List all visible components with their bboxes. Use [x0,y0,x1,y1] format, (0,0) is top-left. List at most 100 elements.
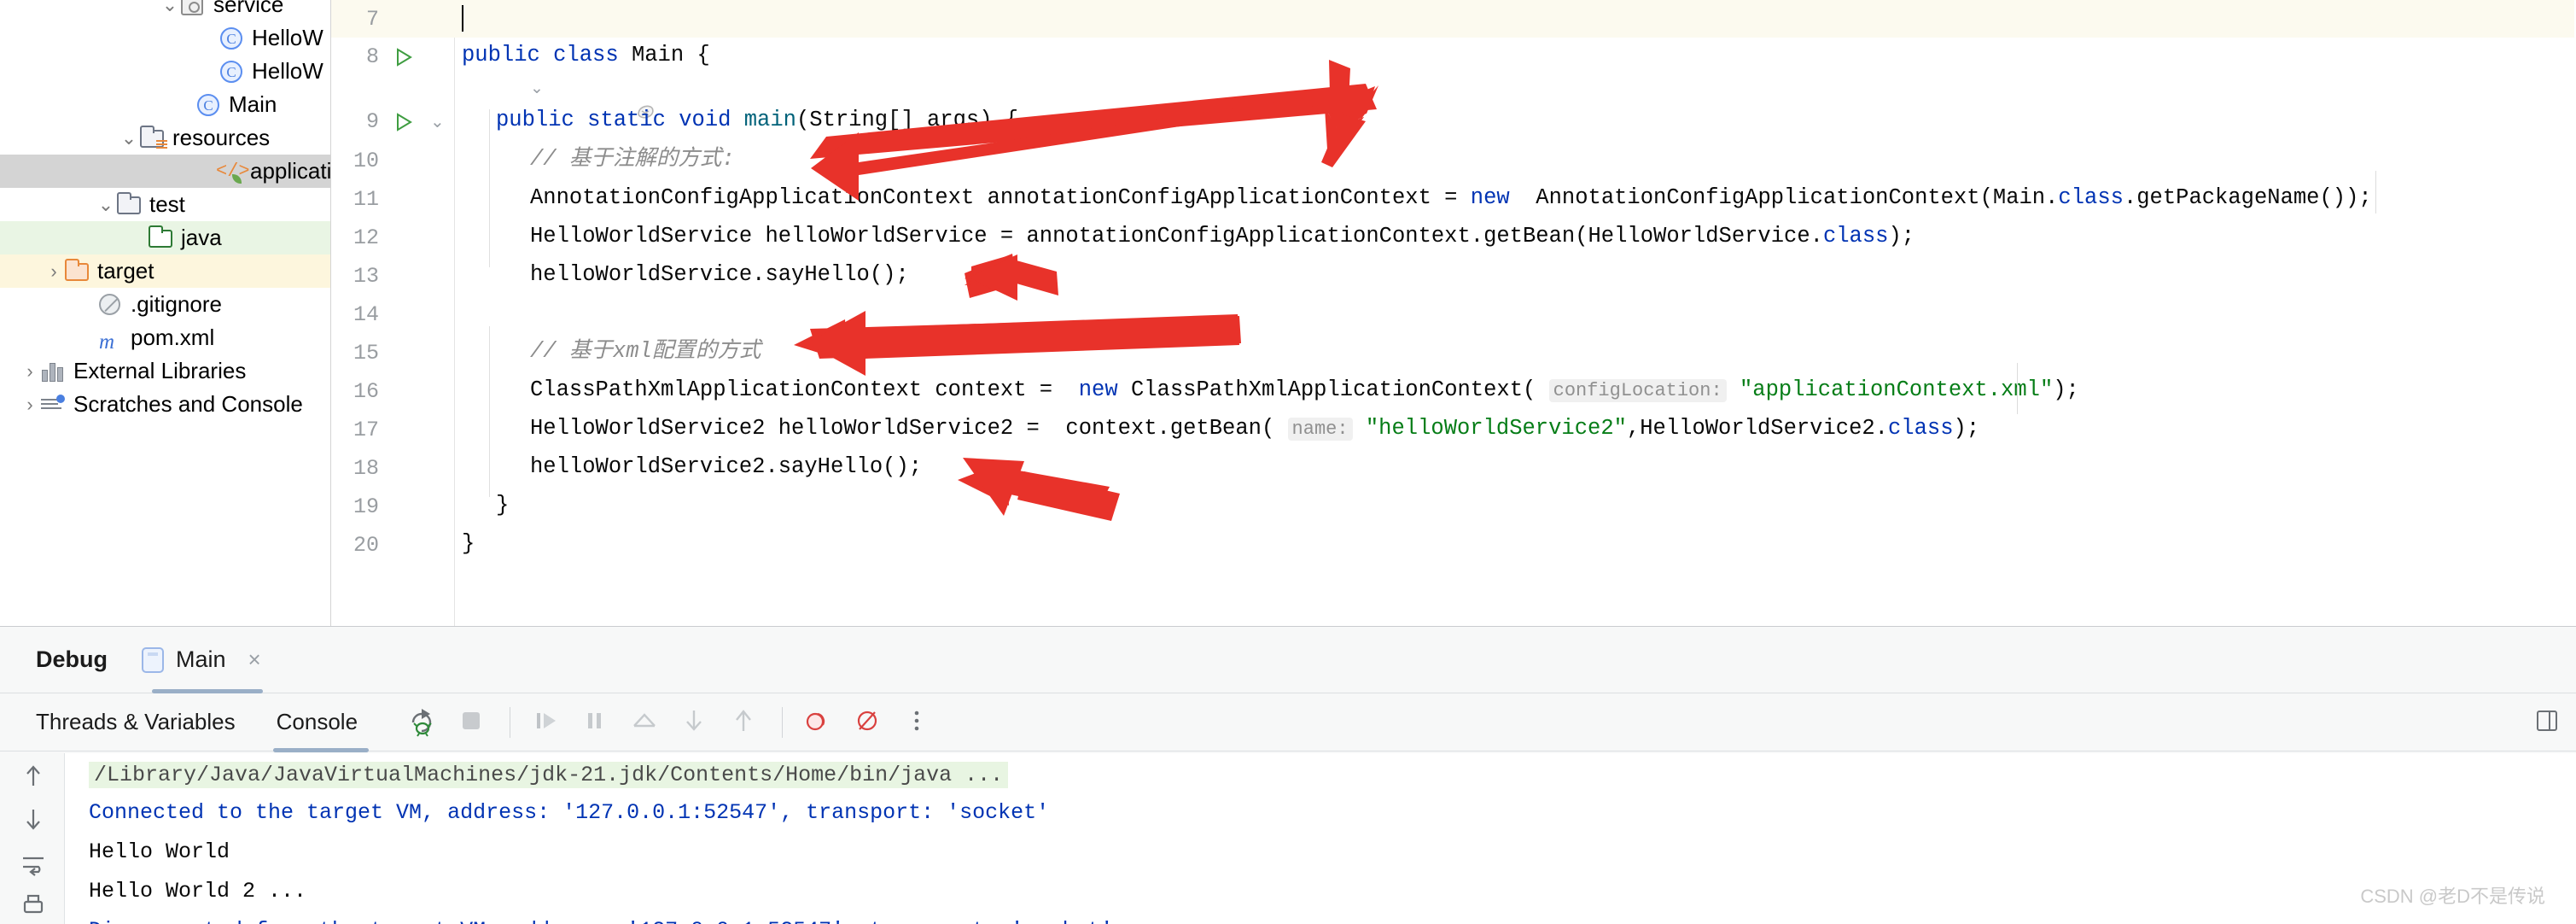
code-line-11[interactable]: AnnotationConfigApplicationContext annot… [530,187,2372,209]
debug-title: Debug [36,646,108,672]
scroll-up-icon[interactable] [19,762,48,791]
fold-chevron-down-icon[interactable]: ⌄ [430,111,445,132]
tree-item-helloworldservice[interactable]: C HelloW [0,21,330,55]
console-text[interactable]: /Library/Java/JavaVirtualMachines/jdk-21… [72,753,2576,924]
tree-item-scratches-and-consoles[interactable]: › Scratches and Console [0,388,330,421]
line-number: 8 [365,44,379,69]
resources-folder-icon [138,125,167,151]
toolbar-separator [782,706,784,738]
code-line-20[interactable]: } [462,533,475,555]
chevron-right-icon[interactable]: › [20,361,39,381]
tree-item-test[interactable]: ⌄ test [0,188,330,221]
code-line-9[interactable]: public static void main(String[] args) { [496,109,1018,132]
console-line: /Library/Java/JavaVirtualMachines/jdk-21… [89,762,1009,788]
tree-item-label: HelloW [252,58,323,84]
line-number: 14 [353,302,379,327]
mute-breakpoints-icon[interactable] [801,704,838,741]
text-caret [462,5,463,32]
line-number: 16 [353,379,379,404]
chevron-right-icon[interactable]: › [44,261,63,281]
folder-icon [115,191,144,218]
spring-bean-icon[interactable]: ⌄ [504,79,654,119]
run-configuration-icon [142,646,164,673]
java-class-icon: C [218,26,247,51]
console-line: Hello World 2 ... [89,879,307,904]
debug-header: Debug Main × [0,627,2576,693]
step-into-icon[interactable] [677,704,714,741]
more-options-icon[interactable] [900,704,937,741]
debug-session-tab[interactable]: Main × [142,646,261,673]
run-method-gutter-icon[interactable] [396,113,412,132]
console-side-toolbar[interactable] [0,753,65,924]
tree-item-label: application( [250,158,331,184]
java-class-icon: C [218,59,247,85]
tree-item-helloworldservice2[interactable]: C HelloW [0,55,330,88]
editor-gutter[interactable]: 7 8 9 10 11 12 13 14 15 16 17 18 19 20 ⌄ [331,0,455,626]
tree-item-external-libraries[interactable]: › External Libraries [0,354,330,388]
tree-item-label: Scratches and Console [73,391,303,417]
code-editor[interactable]: 7 8 9 10 11 12 13 14 15 16 17 18 19 20 ⌄… [331,0,2576,626]
code-text-area[interactable]: public class Main { ⌄ public static void… [455,0,2576,626]
code-line-19[interactable]: } [496,494,509,517]
soft-wrap-icon[interactable] [19,849,48,878]
project-tool-window[interactable]: ⌄ service C HelloW C HelloW C Main ⌄ res… [0,0,331,626]
rerun-debug-icon[interactable] [405,704,442,741]
line-number: 9 [365,109,379,134]
code-line-10[interactable]: // 基于注解的方式: [530,149,735,171]
parameter-hint-name: name: [1287,418,1353,441]
tree-item-label: pom.xml [131,325,215,350]
tree-item-service[interactable]: ⌄ service [0,0,330,21]
console-output[interactable]: /Library/Java/JavaVirtualMachines/jdk-21… [0,753,2576,924]
code-line-18[interactable]: helloWorldService2.sayHello(); [530,456,922,478]
code-line-8[interactable]: public class Main { [462,44,710,67]
tree-item-label: java [181,225,222,250]
tree-item-label: Main [229,91,277,117]
code-line-15[interactable]: // 基于xml配置的方式 [530,341,761,363]
tree-item-applicationcontext-xml[interactable]: </> application( [0,155,330,188]
line-number: 19 [353,494,379,519]
console-line: Connected to the target VM, address: '12… [89,800,1050,825]
print-icon[interactable] [19,892,48,921]
external-libraries-icon [39,359,68,384]
tree-item-java[interactable]: java [0,221,330,254]
code-line-13[interactable]: helloWorldService.sayHello(); [530,264,909,286]
tree-item-label: target [97,258,154,284]
chevron-down-icon[interactable]: ⌄ [119,128,138,148]
code-line-12[interactable]: HelloWorldService helloWorldService = an… [530,225,1915,248]
step-over-icon[interactable] [726,704,764,741]
tree-item-pom-xml[interactable]: m pom.xml [0,321,330,354]
tree-item-label: service [213,0,284,17]
line-number: 18 [353,456,379,481]
top-region: ⌄ service C HelloW C HelloW C Main ⌄ res… [0,0,2576,626]
tree-item-label: External Libraries [73,358,247,383]
chevron-down-icon[interactable]: ⌄ [96,195,115,214]
tree-item-resources[interactable]: ⌄ resources [0,121,330,155]
close-icon[interactable]: × [248,646,261,673]
tab-console[interactable]: Console [272,709,370,752]
code-line-17[interactable]: HelloWorldService2 helloWorldService2 = … [530,418,1979,441]
run-class-gutter-icon[interactable] [396,48,412,67]
tree-item-main[interactable]: C Main [0,88,330,121]
resume-program-icon[interactable] [528,704,566,741]
pause-program-icon[interactable] [578,704,615,741]
step-out-icon[interactable] [627,704,665,741]
tree-item-target[interactable]: › target [0,254,330,288]
line-number: 15 [353,341,379,366]
tree-item-label: .gitignore [131,291,222,317]
view-breakpoints-icon[interactable] [850,704,888,741]
line-number: 13 [353,264,379,289]
stop-icon[interactable] [454,704,492,741]
right-margin-guide [2375,171,2376,213]
excluded-folder-icon [63,258,92,284]
tree-item-label: HelloW [252,25,323,50]
scratches-icon [39,392,68,418]
tree-item-gitignore[interactable]: .gitignore [0,288,330,321]
tab-threads-and-variables[interactable]: Threads & Variables [36,709,236,735]
chevron-right-icon[interactable]: › [20,395,39,414]
debug-toolbar[interactable]: Threads & Variables Console [0,693,2576,752]
chevron-down-icon[interactable]: ⌄ [160,0,179,15]
debug-tool-window[interactable]: Debug Main × Threads & Variables Console [0,626,2576,924]
scroll-down-icon[interactable] [19,804,48,833]
code-line-16[interactable]: ClassPathXmlApplicationContext context =… [530,379,2079,402]
expand-panel-icon[interactable] [2530,704,2564,742]
